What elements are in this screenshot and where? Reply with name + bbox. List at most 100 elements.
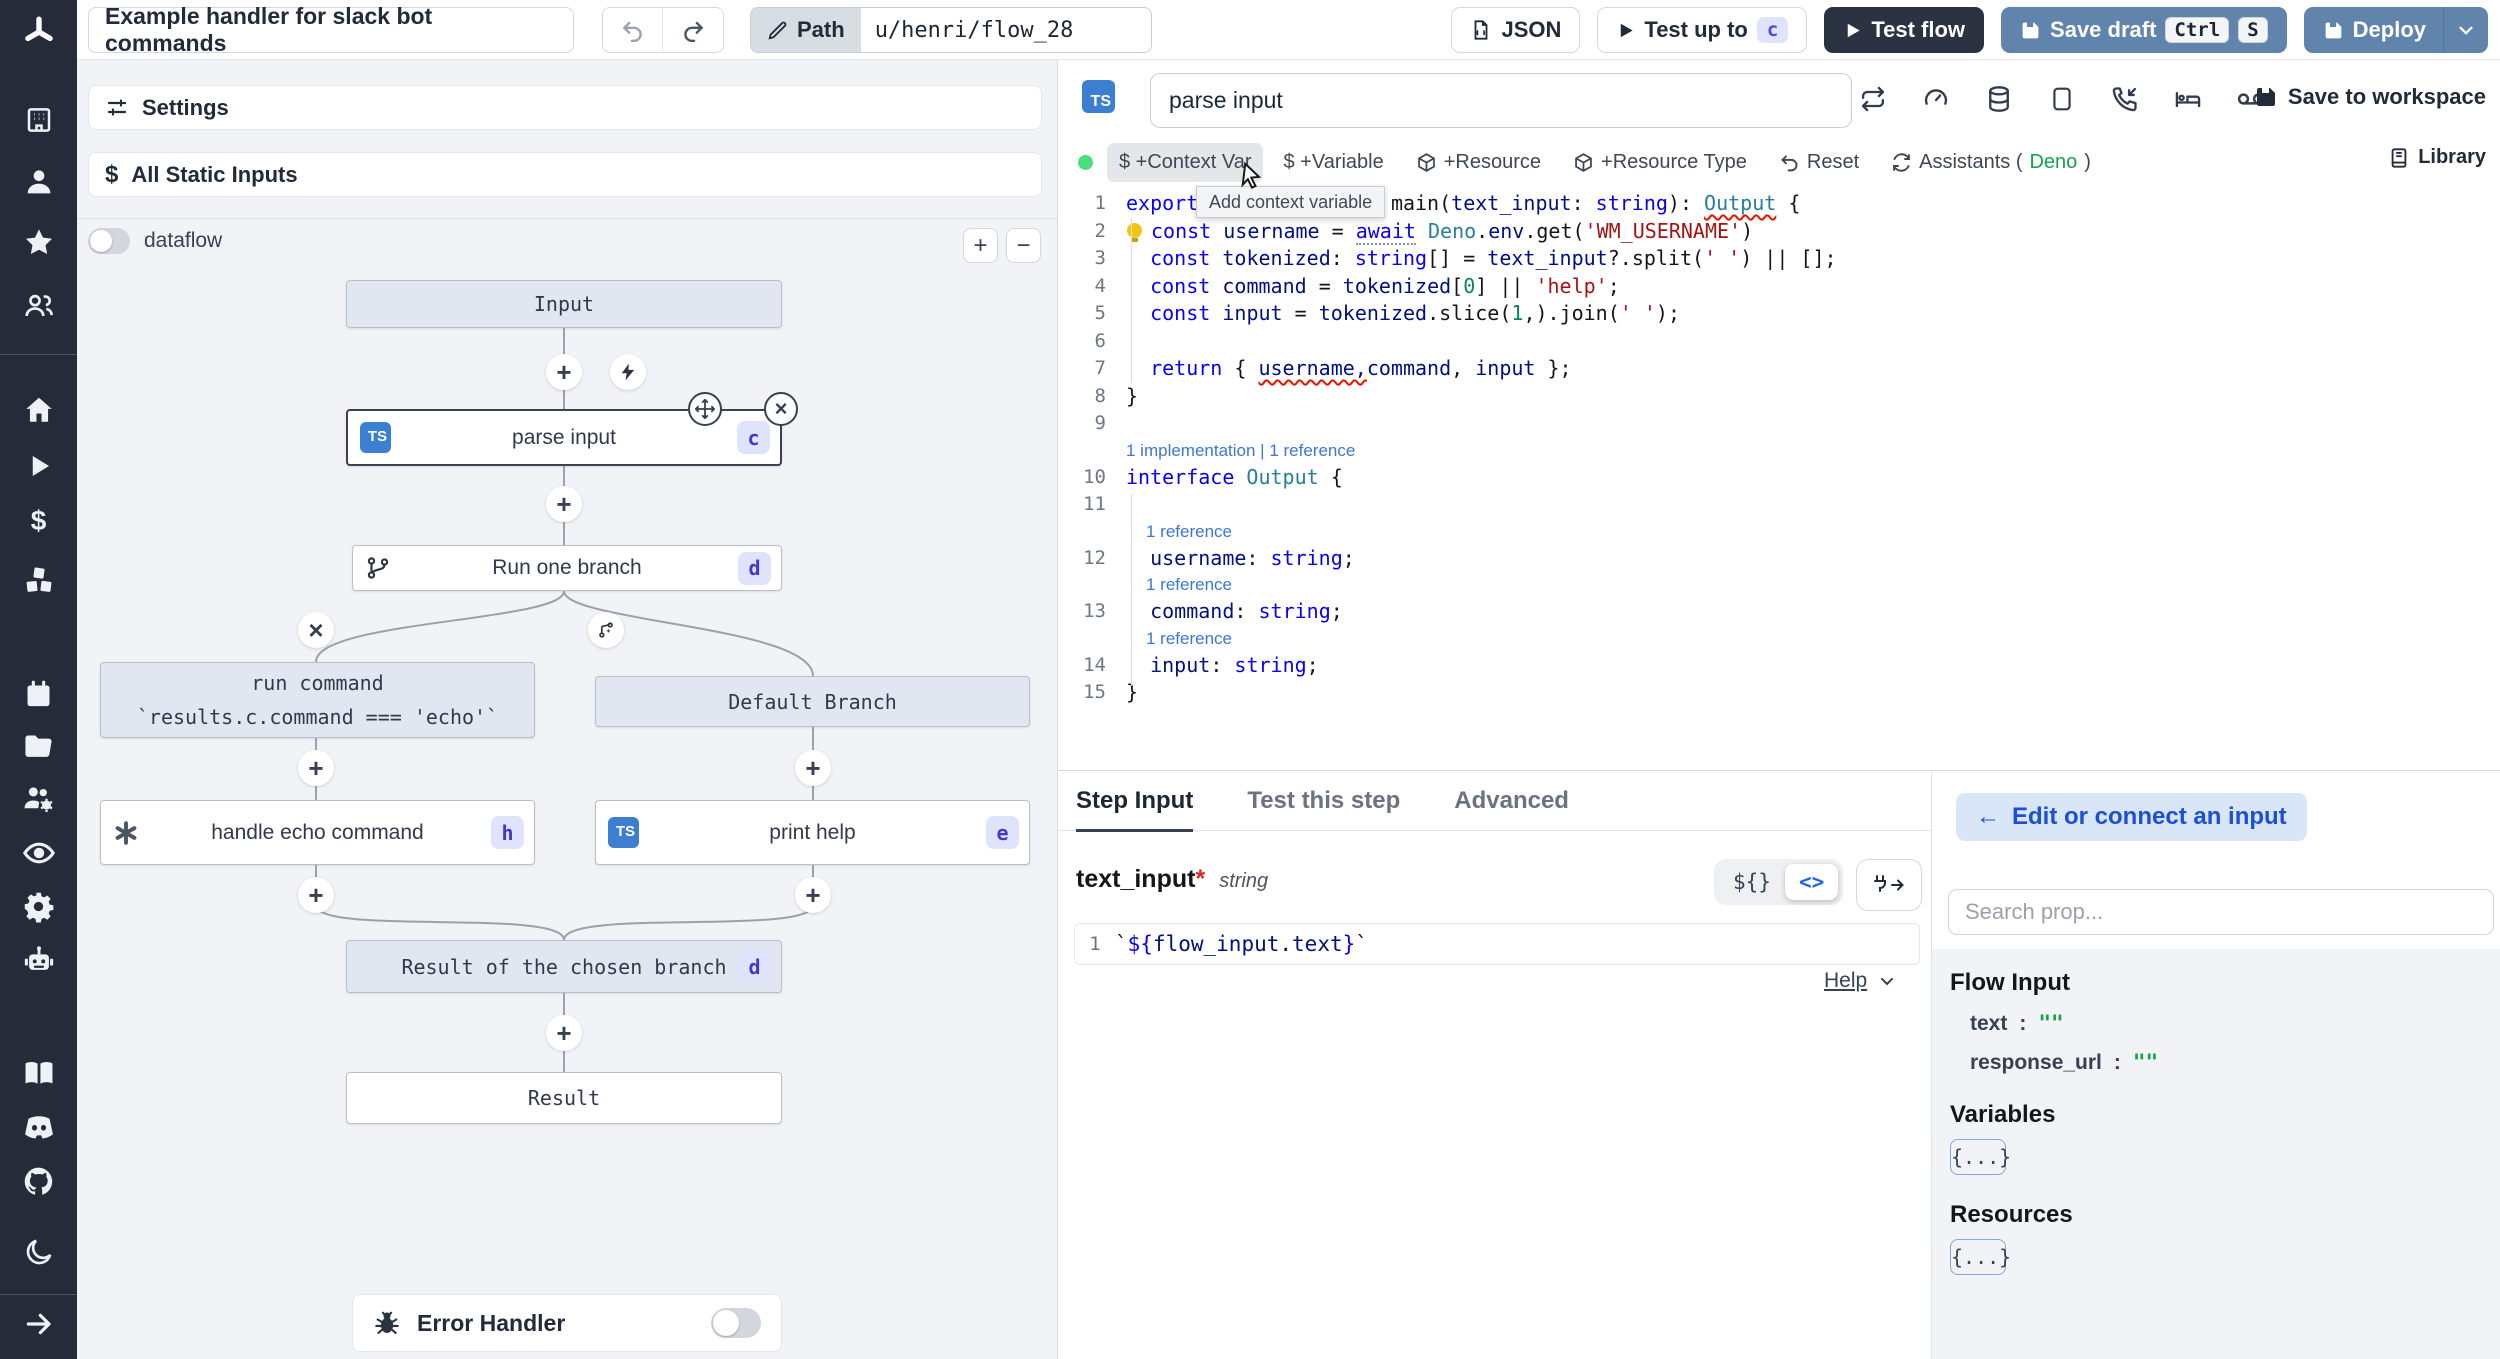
- search-prop-input[interactable]: [1948, 889, 2494, 935]
- play-icon: [1848, 23, 1860, 37]
- assistants-button[interactable]: Assistants (Deno): [1879, 143, 2103, 182]
- test-up-to-button[interactable]: Test up to c: [1597, 7, 1808, 53]
- bed-icon[interactable]: [2173, 84, 2203, 114]
- gauge-icon[interactable]: [1921, 84, 1951, 114]
- code-lens[interactable]: 1 reference: [1058, 626, 2500, 652]
- help-link[interactable]: Help: [1824, 969, 1897, 993]
- home-icon[interactable]: [21, 392, 57, 428]
- dollar-icon[interactable]: $: [21, 503, 57, 539]
- add-step-button[interactable]: +: [546, 486, 582, 522]
- add-step-button[interactable]: +: [546, 1015, 582, 1051]
- cubes-icon[interactable]: [21, 562, 57, 598]
- prop-list: Flow Input text: "" response_url: "" Varia…: [1932, 949, 2500, 1359]
- code-line[interactable]: 11: [1058, 491, 2500, 519]
- code-line[interactable]: 2 const username = await Deno.env.get('WM…: [1058, 218, 2500, 246]
- code-line[interactable]: 10 interface Output {: [1058, 464, 2500, 492]
- repeat-icon[interactable]: [1858, 84, 1888, 114]
- github-icon[interactable]: [21, 1163, 57, 1199]
- library-button[interactable]: Library: [2388, 146, 2486, 169]
- arrow-right-icon[interactable]: [21, 1306, 57, 1342]
- save-draft-button[interactable]: Save draft Ctrl S: [2001, 7, 2287, 53]
- code-lens[interactable]: 1 implementation | 1 reference: [1058, 438, 2500, 464]
- robot-icon[interactable]: [21, 942, 57, 978]
- trigger-lightning-button[interactable]: [610, 354, 646, 390]
- deploy-button[interactable]: Deploy: [2303, 7, 2488, 53]
- phone-incoming-icon[interactable]: [2110, 84, 2140, 114]
- code-line[interactable]: 4 const command = tokenized[0] || 'help'…: [1058, 273, 2500, 301]
- code-line[interactable]: 5 const input = tokenized.slice(1,).join…: [1058, 300, 2500, 328]
- discord-icon[interactable]: [21, 1109, 57, 1145]
- moon-icon[interactable]: [21, 1234, 57, 1270]
- code-lines[interactable]: 1export async function main(text_input: …: [1058, 190, 2500, 707]
- prop-row-text[interactable]: text: "": [1970, 1011, 2483, 1036]
- close-icon: ×: [774, 396, 788, 421]
- tab-test-this-step[interactable]: Test this step: [1247, 771, 1400, 831]
- user-icon[interactable]: [21, 164, 57, 200]
- play-icon[interactable]: [21, 448, 57, 484]
- expression-editor[interactable]: 1 `${flow_input.text}`: [1074, 923, 1920, 965]
- code-line[interactable]: 14 input: string;: [1058, 652, 2500, 680]
- template-mode-button[interactable]: ${}: [1719, 864, 1785, 900]
- tab-step-input[interactable]: Step Input: [1076, 771, 1194, 832]
- prop-row-response-url[interactable]: response_url: "": [1970, 1050, 2483, 1075]
- json-button[interactable]: JSON: [1451, 7, 1581, 53]
- step-name-input[interactable]: [1150, 73, 1852, 128]
- add-resource-type-button[interactable]: +Resource Type: [1561, 143, 1759, 182]
- reset-button[interactable]: Reset: [1767, 143, 1871, 182]
- chevron-down-icon[interactable]: [2455, 19, 2477, 41]
- step-config-panel: Step Input Test this step Advanced text_…: [1058, 770, 1931, 1359]
- building-icon[interactable]: [21, 102, 57, 138]
- users-icon[interactable]: [21, 288, 57, 324]
- code-line[interactable]: 15}: [1058, 679, 2500, 707]
- path-input[interactable]: [860, 8, 1151, 52]
- users-gear-icon[interactable]: [21, 781, 57, 817]
- edit-or-connect-button[interactable]: ← Edit or connect an input: [1956, 793, 2307, 841]
- remove-branch-button[interactable]: ×: [298, 612, 334, 648]
- code-mode-button[interactable]: <>: [1784, 864, 1839, 900]
- variables-expand-button[interactable]: {...}: [1950, 1139, 2011, 1175]
- hand-cursor-icon: [1234, 160, 1264, 195]
- folder-icon[interactable]: [21, 728, 57, 764]
- windmill-logo-icon[interactable]: [19, 12, 59, 52]
- lightbulb-icon[interactable]: [1127, 222, 1142, 242]
- code-line[interactable]: 8}: [1058, 383, 2500, 411]
- eye-icon[interactable]: [21, 835, 57, 871]
- window-icon[interactable]: [2047, 84, 2077, 114]
- add-resource-button[interactable]: +Resource: [1404, 143, 1553, 182]
- resources-expand-button[interactable]: {...}: [1950, 1239, 2011, 1275]
- code-line[interactable]: 3 const tokenized: string[] = text_input…: [1058, 245, 2500, 273]
- code-line[interactable]: 9: [1058, 410, 2500, 438]
- book-icon[interactable]: [21, 1055, 57, 1091]
- code-line[interactable]: 12 username: string;: [1058, 545, 2500, 573]
- path-control[interactable]: Path: [750, 7, 1152, 53]
- database-icon[interactable]: [1984, 84, 2014, 114]
- add-variable-button[interactable]: $ +Variable: [1271, 143, 1395, 182]
- add-branch-button[interactable]: [588, 612, 624, 648]
- tab-advanced[interactable]: Advanced: [1454, 771, 1569, 831]
- play-icon: [1621, 23, 1634, 37]
- move-step-button[interactable]: [688, 392, 722, 426]
- add-step-button[interactable]: +: [795, 877, 831, 913]
- code-line[interactable]: 6: [1058, 328, 2500, 356]
- gear-icon[interactable]: [21, 888, 57, 924]
- add-step-button[interactable]: +: [795, 750, 831, 786]
- undo-button[interactable]: [603, 8, 663, 52]
- redo-button[interactable]: [663, 8, 723, 52]
- flow-title-input[interactable]: Example handler for slack bot commands: [88, 3, 574, 56]
- prop-picker-panel: ← Edit or connect an input Flow Input te…: [1931, 770, 2500, 1359]
- code-line[interactable]: 7 return { username,command, input };: [1058, 355, 2500, 383]
- add-step-button[interactable]: +: [298, 877, 334, 913]
- test-flow-button[interactable]: Test flow: [1824, 7, 1985, 53]
- code-lens[interactable]: 1 reference: [1058, 519, 2500, 545]
- calendar-icon[interactable]: [21, 676, 57, 712]
- delete-step-button[interactable]: ×: [764, 392, 798, 426]
- add-step-button[interactable]: +: [546, 354, 582, 390]
- connect-input-button[interactable]: [1856, 859, 1922, 911]
- code-lens[interactable]: 1 reference: [1058, 572, 2500, 598]
- star-icon[interactable]: [21, 224, 57, 260]
- code-line[interactable]: 13 command: string;: [1058, 598, 2500, 626]
- save-to-workspace-button[interactable]: Save to workspace: [2254, 84, 2486, 110]
- lightning-icon: [621, 363, 635, 381]
- divider: [2443, 7, 2444, 53]
- add-step-button[interactable]: +: [298, 750, 334, 786]
